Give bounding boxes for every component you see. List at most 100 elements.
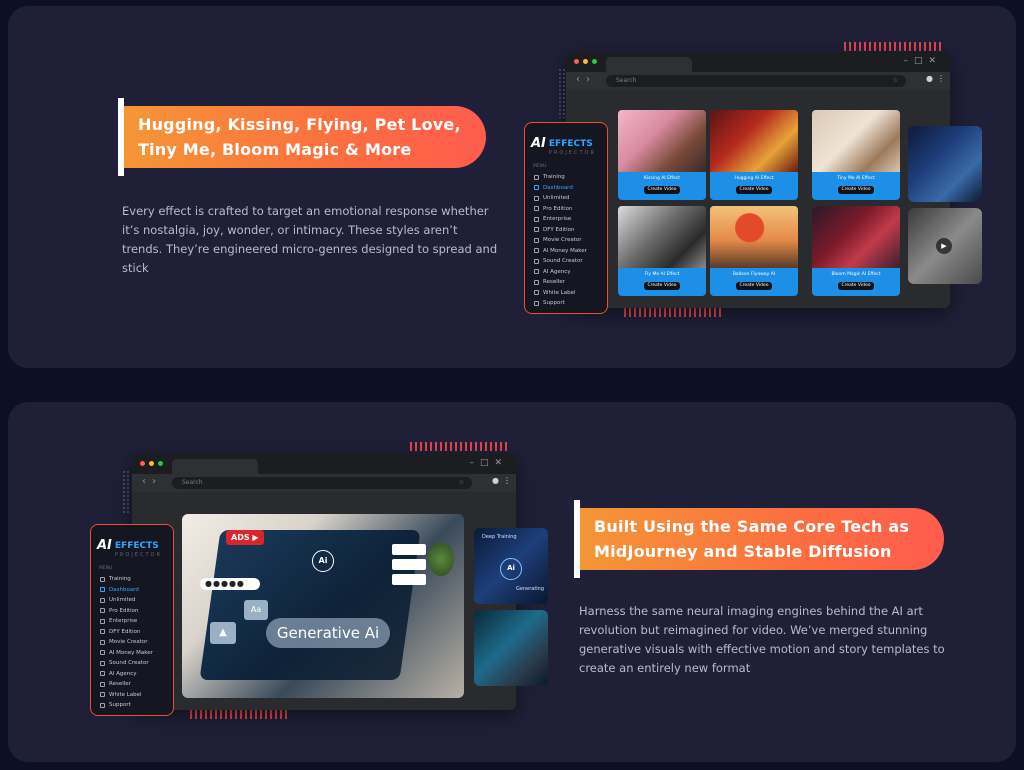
stripe-decoration xyxy=(190,710,290,719)
sidebar-item-label: Unlimited xyxy=(543,195,570,202)
menu-item-icon xyxy=(534,237,539,243)
logo-sub-text: PROJECTOR xyxy=(548,150,596,156)
sidebar-item-ai-agency[interactable]: AI Agency xyxy=(97,669,167,680)
sidebar-item-movie-creator[interactable]: Movie Creator xyxy=(531,235,601,246)
preview-thumbnail xyxy=(908,126,982,202)
close-dot-icon[interactable] xyxy=(574,59,579,64)
sidebar-item-reseller[interactable]: Reseller xyxy=(531,277,601,288)
play-icon[interactable]: ▶ xyxy=(936,238,952,254)
sidebar-item-ai-money-maker[interactable]: AI Money Maker xyxy=(531,246,601,257)
window-controls[interactable]: –□✕ xyxy=(469,458,508,468)
sidebar-item-training[interactable]: Training xyxy=(97,574,167,585)
description-tech: Harness the same neural imaging engines … xyxy=(579,604,945,675)
effect-tile[interactable]: Kissing AI Effect Create Video xyxy=(618,110,706,200)
create-video-button[interactable]: Create Video xyxy=(838,186,874,194)
maximize-dot-icon[interactable] xyxy=(158,461,163,466)
sidebar-item-dashboard[interactable]: Dashboard xyxy=(531,183,601,194)
feature-card-effects: Hugging, Kissing, Flying, Pet Love, Tiny… xyxy=(8,6,1016,368)
stripe-decoration xyxy=(844,42,944,51)
menu-item-icon xyxy=(100,608,105,614)
profile-icon[interactable]: ●⋮ xyxy=(492,476,515,485)
sidebar-item-pro-edition[interactable]: Pro Edition xyxy=(531,204,601,215)
sidebar-item-label: Training xyxy=(543,174,565,181)
create-video-button[interactable]: Create Video xyxy=(736,282,772,290)
dot-decoration xyxy=(122,470,130,514)
menu-item-icon xyxy=(100,681,105,687)
logo-ai-text: AI xyxy=(97,538,112,553)
effect-thumbnail xyxy=(618,206,706,268)
sidebar-item-label: Enterprise xyxy=(543,216,572,223)
sidebar-item-ai-money-maker[interactable]: AI Money Maker xyxy=(97,648,167,659)
video-preview-thumbnail[interactable]: ▶ xyxy=(908,208,982,284)
browser-tab[interactable] xyxy=(172,459,258,474)
effect-tile[interactable]: Fly Me AI Effect Create Video xyxy=(618,206,706,296)
create-video-button[interactable]: Create Video xyxy=(644,282,680,290)
sidebar-item-support[interactable]: Support xyxy=(531,298,601,309)
effect-tile[interactable]: Bloom Magic AI Effect Create Video xyxy=(812,206,900,296)
address-bar[interactable]: Search ☆ xyxy=(172,477,472,489)
menu-item-icon xyxy=(534,258,539,264)
create-video-button[interactable]: Create Video xyxy=(644,186,680,194)
maximize-dot-icon[interactable] xyxy=(592,59,597,64)
effect-tile[interactable]: Tiny Me AI Effect Create Video xyxy=(812,110,900,200)
sidebar-item-dfy-edition[interactable]: DFY Edition xyxy=(531,225,601,236)
sidebar-item-training[interactable]: Training xyxy=(531,172,601,183)
menu-item-icon xyxy=(534,248,539,254)
sidebar-item-pro-edition[interactable]: Pro Edition xyxy=(97,606,167,617)
sidebar-item-reseller[interactable]: Reseller xyxy=(97,679,167,690)
sidebar-item-white-label[interactable]: White Label xyxy=(531,288,601,299)
headline-accent-bar xyxy=(118,98,124,176)
effect-thumbnail xyxy=(710,206,798,268)
sidebar-item-unlimited[interactable]: Unlimited xyxy=(97,595,167,606)
sidebar-item-label: AI Money Maker xyxy=(109,649,153,656)
sidebar-item-label: Support xyxy=(543,300,565,307)
sidebar-item-dfy-edition[interactable]: DFY Edition xyxy=(97,627,167,638)
profile-icon[interactable]: ●⋮ xyxy=(926,74,949,83)
star-icon[interactable]: ☆ xyxy=(459,477,464,489)
effect-tile[interactable]: Balloon Flyaway AI Create Video xyxy=(710,206,798,296)
headline-line-1: Built Using the Same Core Tech as xyxy=(594,517,910,536)
sidebar-item-ai-agency[interactable]: AI Agency xyxy=(531,267,601,278)
nav-arrows-icon[interactable]: ‹› xyxy=(576,74,596,85)
sidebar-item-label: Movie Creator xyxy=(109,639,148,646)
ads-label: ADS xyxy=(231,533,250,542)
sidebar-item-label: DFY Edition xyxy=(543,226,575,233)
create-video-button[interactable]: Create Video xyxy=(838,282,874,290)
stripe-decoration xyxy=(624,308,724,317)
ai-training-thumbnail: Deep Training Ai Generating xyxy=(474,528,548,604)
window-controls[interactable]: –□✕ xyxy=(903,56,942,66)
sidebar-item-unlimited[interactable]: Unlimited xyxy=(531,193,601,204)
create-video-button[interactable]: Create Video xyxy=(736,186,772,194)
stripe-decoration xyxy=(410,442,510,451)
menu-item-icon xyxy=(534,227,539,233)
ai-chip-label: Ai xyxy=(318,556,328,565)
browser-tab[interactable] xyxy=(606,57,692,72)
browser-tab-bar: –□✕ xyxy=(566,52,950,72)
menu-item-icon xyxy=(534,269,539,275)
sidebar-item-sound-creator[interactable]: Sound Creator xyxy=(531,256,601,267)
headline-tech: Built Using the Same Core Tech as MidJou… xyxy=(574,500,944,578)
minimize-dot-icon[interactable] xyxy=(583,59,588,64)
sidebar-item-white-label[interactable]: White Label xyxy=(97,690,167,701)
sidebar-item-enterprise[interactable]: Enterprise xyxy=(97,616,167,627)
laptop-screen xyxy=(199,530,421,680)
sidebar-item-support[interactable]: Support xyxy=(97,700,167,711)
sidebar-item-label: Enterprise xyxy=(109,618,138,625)
generative-ai-hero-image: ADS ▶ Ai ●●●●● Aa ▲ Generative Ai xyxy=(182,514,464,698)
effect-title: Bloom Magic AI Effect xyxy=(831,272,881,277)
sidebar-item-enterprise[interactable]: Enterprise xyxy=(531,214,601,225)
sidebar-item-sound-creator[interactable]: Sound Creator xyxy=(97,658,167,669)
sidebar-item-movie-creator[interactable]: Movie Creator xyxy=(97,637,167,648)
nav-arrows-icon[interactable]: ‹› xyxy=(142,476,162,487)
star-icon[interactable]: ☆ xyxy=(893,75,898,87)
sidebar-item-dashboard[interactable]: Dashboard xyxy=(97,585,167,596)
effect-tile[interactable]: Hugging AI Effect Create Video xyxy=(710,110,798,200)
app-logo: AI EFFECTS PROJECTOR xyxy=(531,131,601,156)
close-dot-icon[interactable] xyxy=(140,461,145,466)
app-sidebar: AI EFFECTS PROJECTOR MENU Training Dashboa… xyxy=(90,524,174,716)
minimize-dot-icon[interactable] xyxy=(149,461,154,466)
font-icon: Aa xyxy=(244,600,268,620)
address-bar[interactable]: Search ☆ xyxy=(606,75,906,87)
password-field-graphic: ●●●●● xyxy=(200,578,260,590)
deep-training-label: Deep Training xyxy=(482,534,517,540)
